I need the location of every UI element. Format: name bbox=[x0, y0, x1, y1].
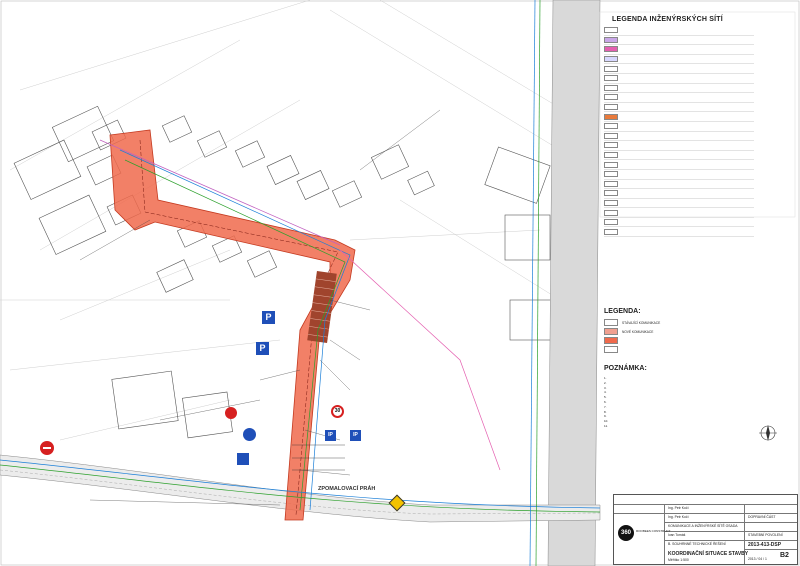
road-legend-swatch bbox=[604, 319, 618, 326]
road-legend-swatch bbox=[604, 337, 618, 344]
road-legend-swatch bbox=[604, 346, 618, 353]
designer-name: Ing. Petr Kočí bbox=[668, 506, 689, 510]
legend-swatch bbox=[604, 84, 618, 91]
utilities-legend bbox=[604, 26, 754, 238]
legend-item bbox=[604, 64, 754, 74]
sheet-number: B2 bbox=[780, 552, 789, 559]
legend-swatch bbox=[604, 36, 618, 43]
project-name: KOMUNIKACE A INŽENÝRSKÉ SÍTĚ OSADA bbox=[668, 524, 738, 528]
zone-sign-icon bbox=[225, 407, 237, 419]
building-plots bbox=[13, 105, 559, 439]
legend-swatch bbox=[604, 94, 618, 101]
legend-item bbox=[604, 151, 754, 161]
notes-list: 1. 2. 3. 4. 5. 6. 7. 8. 9. 10. 11. bbox=[604, 376, 784, 429]
legend-item bbox=[604, 208, 754, 218]
parking-sign-icon: P bbox=[256, 342, 269, 355]
road-legend: STÁVAJÍCÍ KOMUNIKACE NOVÉ KOMUNIKACE bbox=[604, 318, 784, 354]
project-part: DOPRAVNÍ ČÁST bbox=[748, 515, 776, 519]
drawing-title: KOORDINAČNÍ SITUACE STAVBY bbox=[668, 551, 749, 557]
road-legend-label: NOVÉ KOMUNIKACE bbox=[622, 329, 654, 334]
legend-swatch bbox=[604, 228, 618, 235]
company-logo: 360 bbox=[618, 525, 634, 541]
legend-swatch bbox=[604, 199, 618, 206]
info-sign-icon: IP bbox=[325, 430, 336, 441]
drawing-scale: Měřítko 1:500 bbox=[668, 558, 689, 562]
legend-item bbox=[604, 93, 754, 103]
legend-item bbox=[604, 103, 754, 113]
author-name: Ivan Tomáš bbox=[668, 533, 686, 537]
legend-item bbox=[604, 218, 754, 228]
road-legend-title: LEGENDA: bbox=[604, 308, 641, 315]
main-road bbox=[547, 0, 601, 566]
legend-swatch bbox=[604, 104, 618, 111]
legend-item bbox=[604, 141, 754, 151]
legend-item bbox=[604, 112, 754, 122]
drawing-sheet: ZPOMALOVACÍ PRÁH P P 30 IP IP LEGENDA IN… bbox=[0, 0, 800, 566]
road-legend-item: STÁVAJÍCÍ KOMUNIKACE bbox=[604, 318, 784, 327]
legend-item bbox=[604, 227, 754, 238]
legend-item bbox=[604, 122, 754, 132]
legend-item bbox=[604, 74, 754, 84]
legend-swatch bbox=[604, 219, 618, 226]
road-legend-item bbox=[604, 336, 784, 345]
road-legend-item bbox=[604, 345, 784, 354]
legend-swatch bbox=[604, 142, 618, 149]
legend-item bbox=[604, 45, 754, 55]
legend-item bbox=[604, 180, 754, 190]
legend-item bbox=[604, 132, 754, 142]
project-stage: STAVEBNÍ POVOLENÍ bbox=[748, 533, 783, 537]
no-entry-sign-icon bbox=[40, 441, 54, 455]
legend-swatch bbox=[604, 152, 618, 159]
legend-swatch bbox=[604, 132, 618, 139]
speed-bump-label: ZPOMALOVACÍ PRÁH bbox=[318, 484, 375, 492]
legend-item bbox=[604, 26, 754, 36]
legend-item bbox=[604, 170, 754, 180]
legend-item bbox=[604, 55, 754, 65]
mandatory-direction-sign-icon bbox=[243, 428, 256, 441]
pedestrian-sign-icon bbox=[237, 453, 249, 465]
legend-item bbox=[604, 84, 754, 94]
parking-sign-icon: P bbox=[262, 311, 275, 324]
cadastre-lines bbox=[0, 0, 581, 441]
road-legend-item: NOVÉ KOMUNIKACE bbox=[604, 327, 784, 336]
road-legend-swatch bbox=[604, 328, 618, 335]
legend-item bbox=[604, 189, 754, 199]
legend-swatch bbox=[604, 46, 618, 53]
speed-limit-sign-icon: 30 bbox=[331, 405, 344, 418]
legend-item bbox=[604, 160, 754, 170]
legend-swatch bbox=[604, 75, 618, 82]
legend-item bbox=[604, 36, 754, 46]
legend-swatch bbox=[604, 180, 618, 187]
legend-swatch bbox=[604, 161, 618, 168]
legend-swatch bbox=[604, 190, 618, 197]
legend-swatch bbox=[604, 123, 618, 130]
legend-swatch bbox=[604, 113, 618, 120]
legend-swatch bbox=[604, 65, 618, 72]
info-sign-icon: IP bbox=[350, 430, 361, 441]
road-legend-label: STÁVAJÍCÍ KOMUNIKACE bbox=[622, 320, 661, 325]
legend-swatch bbox=[604, 209, 618, 216]
note-line: 11. bbox=[604, 423, 608, 428]
drawing-date: 2013 / 04 / 1 bbox=[748, 557, 767, 561]
notes-title: POZNÁMKA: bbox=[604, 365, 647, 372]
legend-swatch bbox=[604, 27, 618, 34]
company-name: ROOBEES CONSTRUCT bbox=[636, 529, 671, 533]
legend-swatch bbox=[604, 56, 618, 63]
title-block: Ing. Petr Kočí Ing. Petr Kočí KOMUNIKACE… bbox=[613, 494, 798, 565]
legend-item bbox=[604, 199, 754, 209]
section-name: B. SOUHRNNÉ TECHNICKÉ ŘEŠENÍ bbox=[668, 542, 726, 546]
utilities-legend-title: LEGENDA INŽENÝRSKÝCH SÍTÍ bbox=[612, 16, 723, 23]
checker-name: Ing. Petr Kočí bbox=[668, 515, 689, 519]
legend-swatch bbox=[604, 171, 618, 178]
drawing-code: 2013-413-DSP bbox=[748, 542, 782, 548]
